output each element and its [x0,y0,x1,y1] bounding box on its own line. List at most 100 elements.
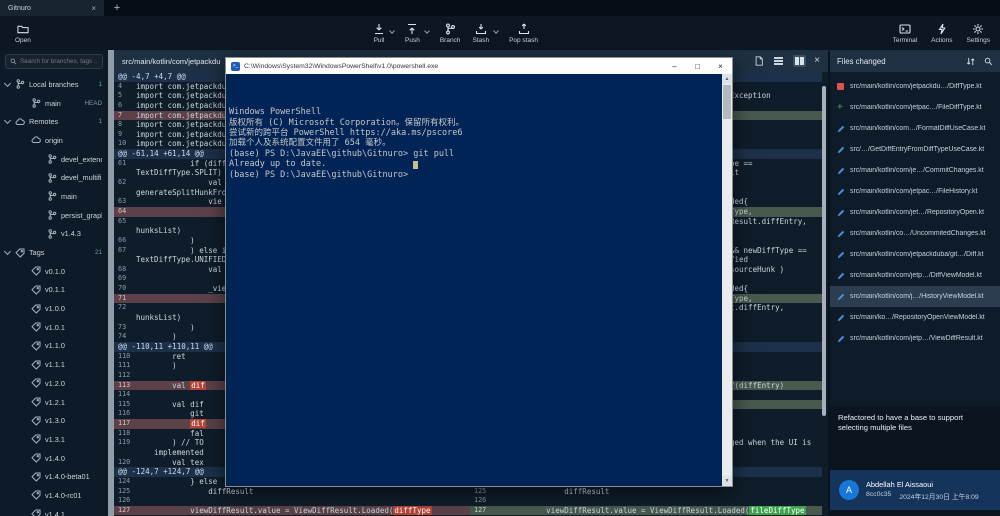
file-path: src/main/kotlin/co…/UncommitedChanges.kt [850,230,996,237]
push-dropdown-icon[interactable] [424,28,430,34]
file-row[interactable]: + src/main/kotlin/com/jet…/RepositoryOpe… [830,202,1000,223]
sidebar-item[interactable]: v1.4.0-beta01 [0,467,108,486]
sidebar-item[interactable]: main [0,187,108,206]
search-input[interactable] [20,58,98,65]
pull-button[interactable]: Pull [368,23,390,44]
file-row[interactable]: + src/…/GetDiffEntryFromDiffTypeUseCase.… [830,139,1000,160]
powershell-titlebar[interactable]: >_ C:\Windows\System32\WindowsPowerShell… [226,58,732,74]
console-line: 加载个人及系统配置文件用了 654 毫秒。 [229,138,718,148]
line-number [114,226,136,236]
sidebar-item[interactable]: v1.2.1 [0,393,108,412]
sidebar-item[interactable]: main HEAD [0,94,108,113]
unified-view-button[interactable] [772,55,785,67]
sidebar-item[interactable]: persist_graph_paddin… [0,206,108,225]
chevron-down-icon[interactable] [4,80,11,87]
line-text: f(diffEntry) [730,381,784,390]
file-row[interactable]: + src/main/kotlin/com/jetpac…/FileHistor… [830,181,1000,202]
line-number: 4 [114,82,136,92]
search-box[interactable] [5,54,103,69]
file-row[interactable]: + src/main/kotlin/com/je…/CommitChanges.… [830,160,1000,181]
line-text: @@ -124,7 +124,7 @@ [118,467,204,476]
file-row[interactable]: + src/main/kotlin/com/jetpackdu…/DiffTyp… [830,76,1000,97]
scroll-up-icon[interactable]: ▲ [722,74,732,84]
actions-button[interactable]: Actions [926,23,957,44]
tag-icon [31,360,41,370]
branch-icon [47,154,57,164]
file-row[interactable]: + src/main/kotlin/com/jetpac…/FileDiffTy… [830,97,1000,118]
sidebar-item[interactable]: v1.0.0 [0,299,108,318]
file-icon[interactable] [754,56,764,66]
pull-dropdown-icon[interactable] [389,28,395,34]
files-changed-header: Files changed [830,50,1000,72]
sidebar-item[interactable]: Remotes 1 [0,112,108,131]
file-row[interactable]: + src/main/kotlin/com/jetpackduba/git…/D… [830,244,1000,265]
powershell-console[interactable]: Windows PowerShell版权所有 (C) Microsoft Cor… [226,74,732,486]
maximize-button[interactable]: □ [686,58,709,74]
line-number: 124 [114,477,136,487]
tag-icon [31,472,41,482]
chevron-down-icon[interactable] [4,248,11,255]
sidebar-item[interactable]: v1.1.1 [0,355,108,374]
sidebar-item[interactable]: origin [0,131,108,150]
new-tab-button[interactable]: + [104,0,130,16]
console-scrollbar[interactable]: ▲ ▼ [722,74,732,486]
tag-icon [31,490,41,500]
file-row[interactable]: + src/main/kotlin/co…/UncommitedChanges.… [830,223,1000,244]
settings-button[interactable]: Settings [962,23,996,44]
sort-icon[interactable] [966,57,975,66]
close-button[interactable]: × [709,58,732,74]
file-row[interactable]: + src/main/kotlin/com/j…/HistoryViewMode… [830,286,1000,307]
branch-button[interactable]: Branch [435,23,466,44]
sidebar-item[interactable]: v1.0.1 [0,318,108,337]
sidebar-item[interactable]: Tags 21 [0,243,108,262]
line-text: Type, [730,207,753,216]
commit-author-card[interactable]: A Abdellah El Aissaoui 8cc0c35 2024年12月3… [830,470,1000,510]
search-icon[interactable] [984,57,993,66]
line-text: implemented [136,448,204,457]
open-button[interactable]: Open [10,23,36,44]
scrollbar-thumb[interactable] [723,85,731,119]
scroll-down-icon[interactable]: ▼ [722,476,732,486]
close-icon[interactable]: × [91,4,96,13]
file-row[interactable]: + src/main/kotlin/com/jetp…/ViewDiffResu… [830,328,1000,349]
file-row[interactable]: + src/main/ko…/RepositoryOpenViewModel.k… [830,307,1000,328]
stash-button[interactable]: Stash [467,23,494,44]
sidebar-item[interactable]: v1.3.1 [0,430,108,449]
split-view-button[interactable] [793,55,807,67]
close-diff-icon[interactable]: × [814,56,820,66]
sidebar-item[interactable]: v1.4.0-rc01 [0,486,108,505]
sidebar-item[interactable]: v1.3.0 [0,411,108,430]
cloud-icon [31,135,41,145]
powershell-window[interactable]: >_ C:\Windows\System32\WindowsPowerShell… [225,57,733,487]
sidebar-item[interactable]: Local branches 1 [0,75,108,94]
sidebar-item[interactable]: v1.2.0 [0,374,108,393]
push-button[interactable]: Push [400,23,425,44]
tab-gitnuro[interactable]: Gitnuro × [0,0,104,16]
line-number [114,188,136,198]
sidebar-item[interactable]: v0.1.0 [0,262,108,281]
chevron-down-icon[interactable] [4,117,11,124]
sidebar-item[interactable]: v0.1.1 [0,281,108,300]
sidebar-item[interactable]: devel_extend_termina… [0,150,108,169]
line-text: ret [136,352,186,361]
sidebar-item-label: devel_multifile_select… [61,173,102,182]
sidebar-item[interactable]: devel_multifile_select… [0,168,108,187]
sidebar-item[interactable]: v1.1.0 [0,337,108,356]
file-row[interactable]: + src/main/kotlin/com/jetp…/DiffViewMode… [830,265,1000,286]
file-row[interactable]: + src/main/kotlin/com…/FormatDiffUseCase… [830,118,1000,139]
minimize-button[interactable]: – [663,58,686,74]
tag-icon [31,509,41,516]
line-number: 10 [114,139,136,149]
sidebar-item-label: v0.1.0 [45,267,102,276]
pop-stash-button[interactable]: Pop stash [504,23,543,44]
stash-dropdown-icon[interactable] [493,28,499,34]
powershell-title: C:\Windows\System32\WindowsPowerShell\v1… [244,63,659,70]
sidebar-item[interactable]: v1.4.1 [0,505,108,516]
sidebar-item[interactable]: v1.4.3 [0,225,108,244]
file-path: src/main/kotlin/com…/FormatDiffUseCase.k… [850,125,996,132]
sidebar-item[interactable]: v1.4.0 [0,449,108,468]
tag-icon [31,416,41,426]
line-number: 126 [114,496,136,506]
terminal-button[interactable]: Terminal [888,23,923,44]
diff-scrollbar[interactable] [822,86,826,416]
